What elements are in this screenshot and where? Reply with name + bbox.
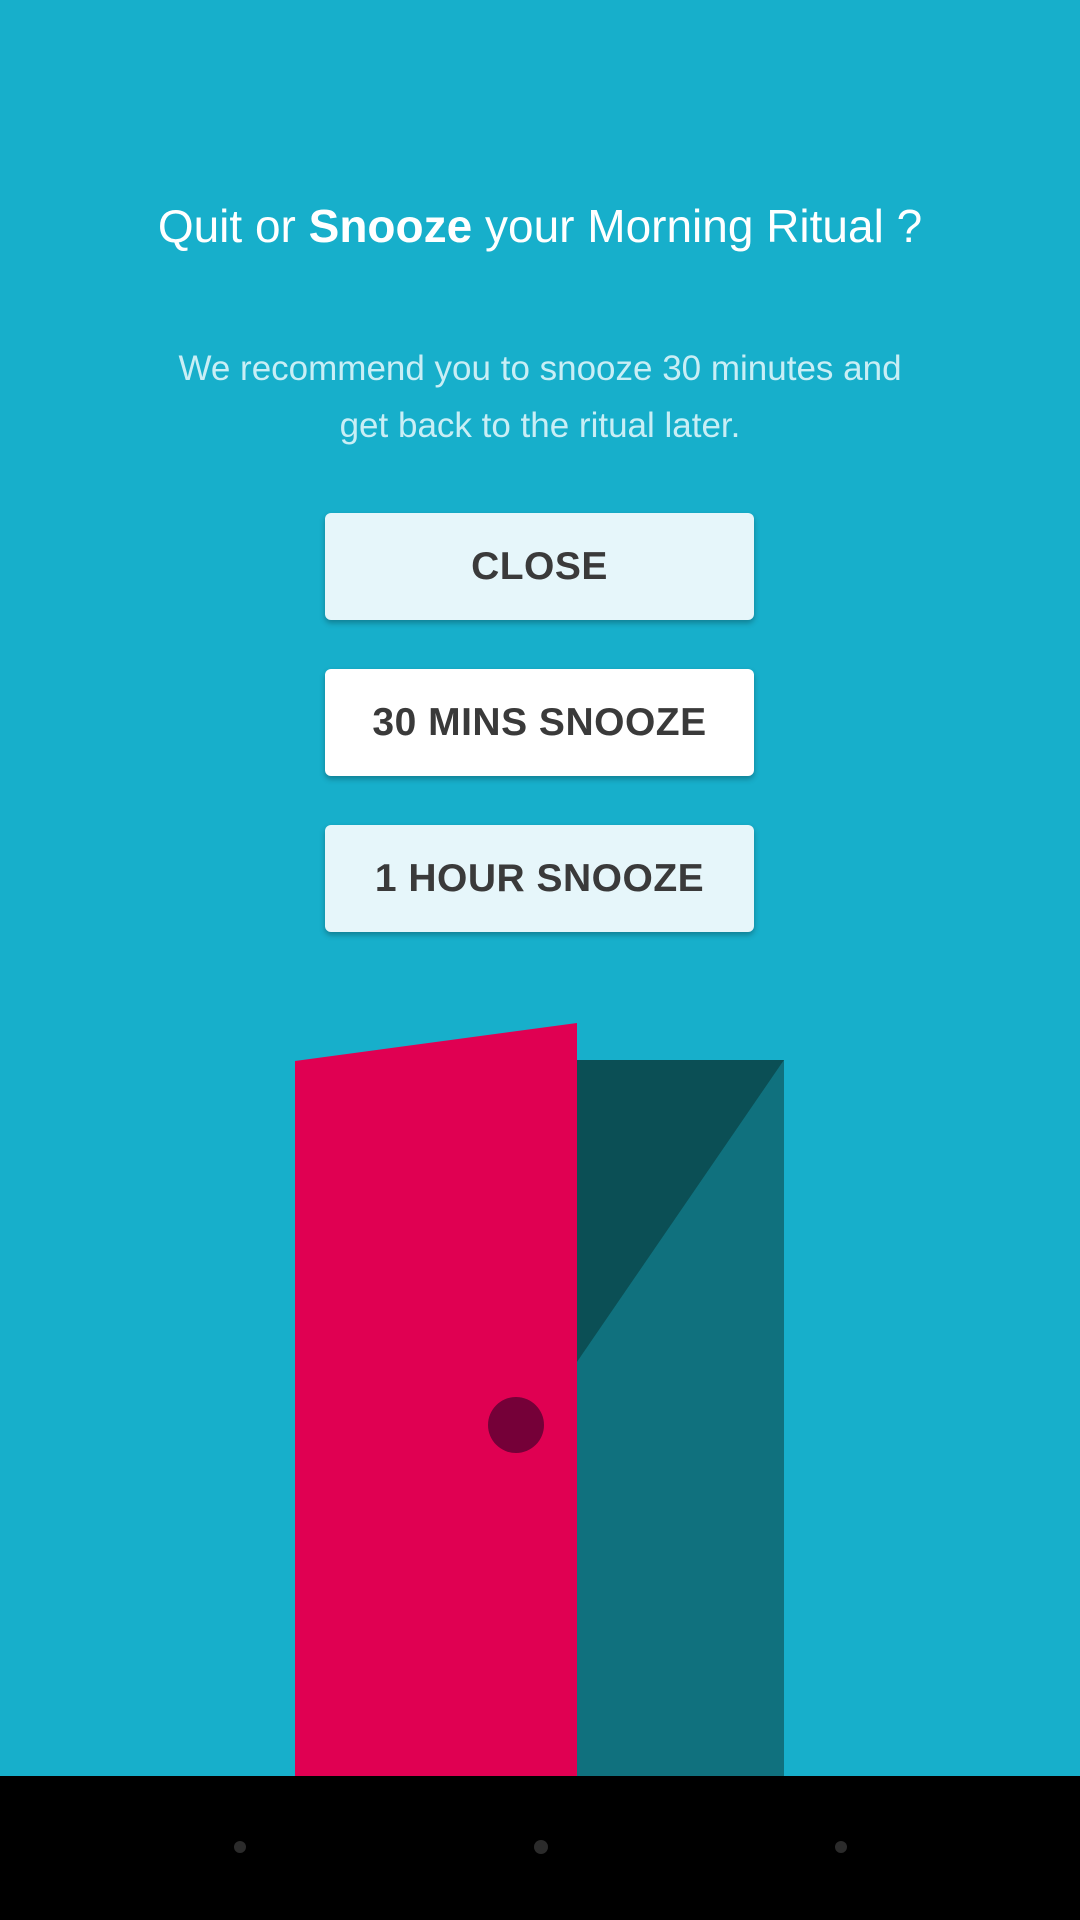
snooze-screen: Quit or Snooze your Morning Ritual ? We …: [0, 0, 1080, 1776]
back-button[interactable]: [234, 1841, 246, 1853]
open-door-illustration: [295, 1023, 784, 1776]
recents-button[interactable]: [835, 1841, 847, 1853]
door-panel: [295, 1023, 577, 1776]
door-knob: [488, 1397, 544, 1453]
home-button[interactable]: [534, 1840, 548, 1854]
